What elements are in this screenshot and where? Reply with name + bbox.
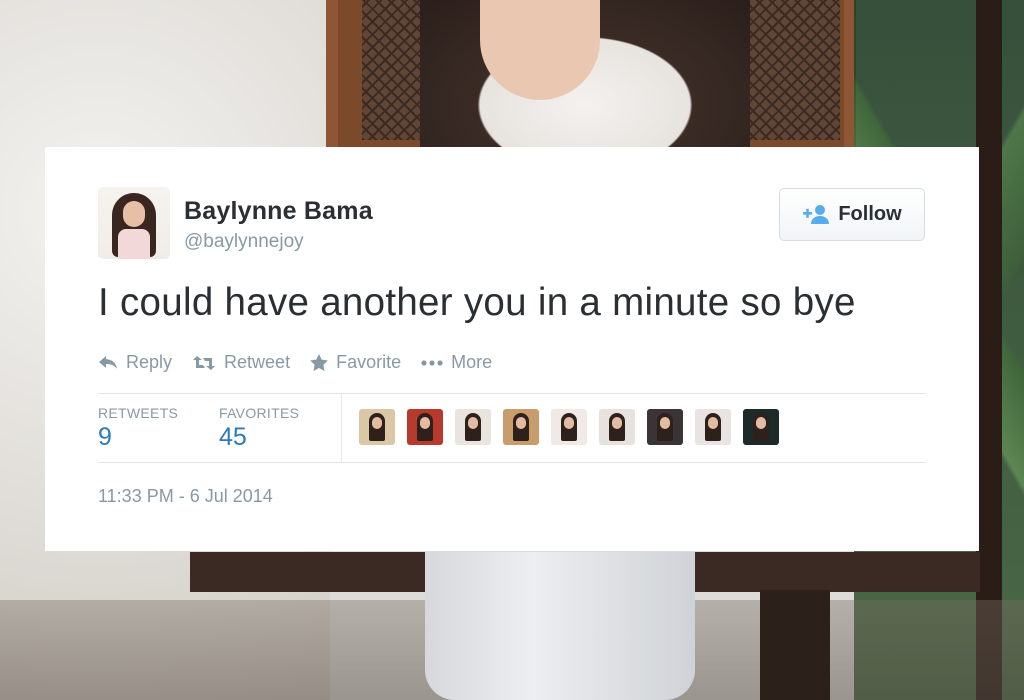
favoriter-avatar-face	[564, 417, 574, 429]
avatar-face	[123, 201, 145, 227]
favoriter-avatar[interactable]	[455, 409, 491, 445]
favorites-label: FAVORITES	[219, 405, 300, 421]
tweet-stats: RETWEETS 9 FAVORITES 45	[98, 394, 340, 462]
add-user-icon	[802, 204, 830, 226]
tweet-timestamp[interactable]: 11:33 PM - 6 Jul 2014	[98, 486, 273, 507]
favorite-button[interactable]: Favorite	[310, 352, 401, 373]
background-post	[976, 0, 1002, 700]
retweet-button[interactable]: Retweet	[192, 352, 290, 373]
follow-button[interactable]: Follow	[779, 188, 925, 241]
favoriter-avatar-face	[660, 417, 670, 429]
favoriter-avatar-face	[708, 417, 718, 429]
retweets-stat[interactable]: RETWEETS 9	[98, 394, 219, 462]
ellipsis-icon	[421, 359, 443, 366]
favoriter-avatar[interactable]	[551, 409, 587, 445]
favoriter-avatar-face	[468, 417, 478, 429]
favoriter-avatar[interactable]	[407, 409, 443, 445]
stats-separator	[341, 394, 342, 462]
favoriter-avatar-face	[516, 417, 526, 429]
more-label: More	[451, 352, 493, 372]
follow-label: Follow	[838, 203, 902, 225]
favoriter-avatar-face	[420, 417, 430, 429]
tweet-actions: Reply Retweet Favorite More	[98, 352, 492, 373]
favoriter-avatar[interactable]	[743, 409, 779, 445]
favoriter-avatar[interactable]	[647, 409, 683, 445]
tweet-card: Baylynne Bama @baylynnejoy Follow I coul…	[45, 147, 979, 551]
favoriter-avatars	[359, 409, 779, 445]
retweet-label: Retweet	[224, 352, 291, 372]
favorite-label: Favorite	[336, 352, 402, 372]
favoriter-avatar[interactable]	[695, 409, 731, 445]
star-icon	[310, 354, 328, 371]
favoriter-avatar-face	[372, 417, 382, 429]
author-handle[interactable]: @baylynnejoy	[184, 231, 304, 253]
avatar-shirt	[118, 229, 150, 259]
favoriter-avatar-face	[612, 417, 622, 429]
reply-button[interactable]: Reply	[98, 352, 172, 373]
retweets-count: 9	[98, 423, 112, 451]
favoriter-avatar[interactable]	[599, 409, 635, 445]
author-avatar[interactable]	[98, 187, 170, 259]
favoriter-avatar-face	[756, 417, 766, 429]
divider-bottom	[98, 462, 926, 463]
favorites-stat[interactable]: FAVORITES 45	[219, 394, 340, 462]
more-button[interactable]: More	[421, 352, 492, 373]
favoriter-avatar[interactable]	[359, 409, 395, 445]
background-bench-leg	[760, 590, 830, 700]
reply-label: Reply	[126, 352, 173, 372]
background-jeans	[425, 552, 695, 700]
favoriter-avatar[interactable]	[503, 409, 539, 445]
tweet-text: I could have another you in a minute so …	[98, 281, 856, 324]
retweets-label: RETWEETS	[98, 405, 179, 421]
author-name[interactable]: Baylynne Bama	[184, 197, 373, 226]
reply-arrow-icon	[98, 355, 118, 371]
retweet-icon	[192, 355, 216, 371]
favorites-count: 45	[219, 423, 247, 451]
